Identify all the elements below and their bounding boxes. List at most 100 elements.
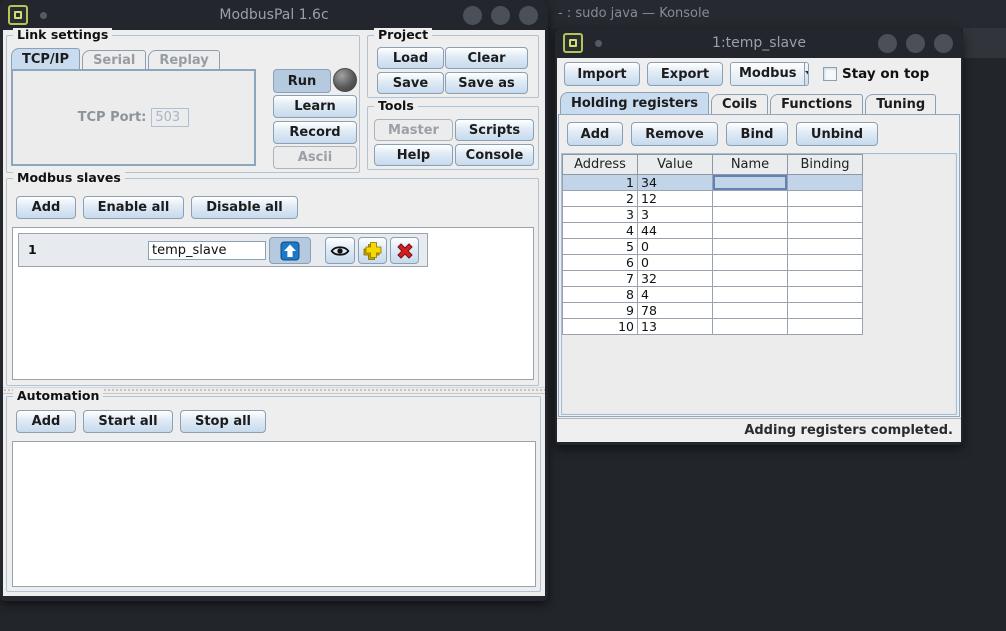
cell-address[interactable]: 7 — [563, 271, 638, 287]
slave-add-button[interactable]: Add — [16, 196, 76, 219]
table-row[interactable]: 50 — [563, 239, 863, 255]
register-remove-button[interactable]: Remove — [631, 122, 718, 146]
table-row[interactable]: 33 — [563, 207, 863, 223]
slave-row[interactable]: 1 — [18, 233, 428, 267]
minimize-button[interactable] — [463, 6, 482, 25]
table-row[interactable]: 212 — [563, 191, 863, 207]
slave-delete-button[interactable] — [390, 237, 419, 264]
import-button[interactable]: Import — [564, 62, 640, 86]
cell-value[interactable]: 44 — [638, 223, 713, 239]
slave-view-button[interactable] — [325, 237, 355, 264]
cell-address[interactable]: 3 — [563, 207, 638, 223]
cell-binding[interactable] — [788, 287, 863, 303]
disable-all-button[interactable]: Disable all — [191, 196, 298, 219]
stop-all-button[interactable]: Stop all — [180, 410, 266, 433]
slave-add-automation-button[interactable] — [358, 237, 387, 264]
run-button[interactable]: Run — [273, 69, 331, 93]
cell-binding[interactable] — [788, 255, 863, 271]
col-header-name[interactable]: Name — [713, 155, 788, 175]
tcp-port-field[interactable] — [151, 108, 189, 127]
cell-address[interactable]: 4 — [563, 223, 638, 239]
cell-name[interactable] — [713, 287, 788, 303]
tab-replay[interactable]: Replay — [148, 50, 219, 70]
table-row[interactable]: 60 — [563, 255, 863, 271]
cell-value[interactable]: 13 — [638, 319, 713, 335]
stay-on-top-checkbox[interactable] — [823, 67, 837, 81]
enable-all-button[interactable]: Enable all — [83, 196, 184, 219]
cell-value[interactable]: 0 — [638, 255, 713, 271]
table-row[interactable]: 978 — [563, 303, 863, 319]
cell-name[interactable] — [713, 271, 788, 287]
main-titlebar[interactable]: ModbusPal 1.6c — [0, 0, 548, 30]
ascii-button[interactable]: Ascii — [273, 146, 357, 169]
cell-name[interactable] — [713, 239, 788, 255]
slave-enable-toggle[interactable] — [269, 237, 311, 264]
tab-tcpip[interactable]: TCP/IP — [11, 48, 80, 70]
cell-address[interactable]: 5 — [563, 239, 638, 255]
clear-button[interactable]: Clear — [445, 47, 528, 69]
col-header-value[interactable]: Value — [638, 155, 713, 175]
master-button[interactable]: Master — [374, 119, 453, 141]
tab-tuning[interactable]: Tuning — [865, 94, 936, 114]
slave-app-icon[interactable] — [563, 33, 583, 53]
cell-binding[interactable] — [788, 223, 863, 239]
tab-coils[interactable]: Coils — [711, 94, 768, 114]
slave-name-field[interactable] — [148, 241, 266, 260]
cell-value[interactable]: 0 — [638, 239, 713, 255]
protocol-combobox[interactable]: Modbus — [730, 62, 809, 86]
cell-name[interactable] — [713, 223, 788, 239]
cell-binding[interactable] — [788, 271, 863, 287]
cell-value[interactable]: 78 — [638, 303, 713, 319]
slave-maximize-button[interactable] — [906, 34, 925, 53]
cell-value[interactable]: 32 — [638, 271, 713, 287]
table-row[interactable]: 444 — [563, 223, 863, 239]
record-button[interactable]: Record — [273, 121, 357, 144]
cell-value[interactable]: 3 — [638, 207, 713, 223]
slave-window-menu-dot[interactable] — [595, 40, 602, 47]
cell-name[interactable] — [713, 303, 788, 319]
cell-value[interactable]: 12 — [638, 191, 713, 207]
window-menu-dot[interactable] — [40, 12, 47, 19]
cell-address[interactable]: 8 — [563, 287, 638, 303]
cell-name[interactable] — [713, 207, 788, 223]
cell-binding[interactable] — [788, 175, 863, 191]
slave-titlebar[interactable]: 1:temp_slave — [555, 28, 963, 58]
register-bind-button[interactable]: Bind — [726, 122, 788, 146]
cell-address[interactable]: 6 — [563, 255, 638, 271]
table-row[interactable]: 732 — [563, 271, 863, 287]
console-button[interactable]: Console — [455, 144, 534, 166]
register-add-button[interactable]: Add — [567, 122, 623, 146]
cell-address[interactable]: 9 — [563, 303, 638, 319]
tab-functions[interactable]: Functions — [770, 94, 863, 114]
load-button[interactable]: Load — [377, 47, 444, 69]
cell-address[interactable]: 1 — [563, 175, 638, 191]
cell-binding[interactable] — [788, 191, 863, 207]
cell-address[interactable]: 2 — [563, 191, 638, 207]
cell-name[interactable] — [713, 255, 788, 271]
col-header-binding[interactable]: Binding — [788, 155, 863, 175]
cell-name[interactable] — [713, 191, 788, 207]
cell-binding[interactable] — [788, 303, 863, 319]
slave-close-button[interactable] — [934, 34, 953, 53]
app-icon[interactable] — [8, 5, 28, 25]
cell-binding[interactable] — [788, 207, 863, 223]
tab-serial[interactable]: Serial — [82, 50, 146, 70]
help-button[interactable]: Help — [374, 144, 453, 166]
start-all-button[interactable]: Start all — [83, 410, 173, 433]
tab-holding-registers[interactable]: Holding registers — [560, 92, 709, 114]
scripts-button[interactable]: Scripts — [455, 119, 534, 141]
table-row[interactable]: 134 — [563, 175, 863, 191]
close-button[interactable] — [519, 6, 538, 25]
cell-value[interactable]: 4 — [638, 287, 713, 303]
cell-binding[interactable] — [788, 239, 863, 255]
slave-minimize-button[interactable] — [878, 34, 897, 53]
cell-binding[interactable] — [788, 319, 863, 335]
save-button[interactable]: Save — [377, 72, 444, 94]
cell-value[interactable]: 34 — [638, 175, 713, 191]
col-header-address[interactable]: Address — [563, 155, 638, 175]
table-row[interactable]: 84 — [563, 287, 863, 303]
export-button[interactable]: Export — [647, 62, 723, 86]
register-unbind-button[interactable]: Unbind — [796, 122, 878, 146]
learn-button[interactable]: Learn — [273, 95, 357, 118]
save-as-button[interactable]: Save as — [445, 72, 528, 94]
